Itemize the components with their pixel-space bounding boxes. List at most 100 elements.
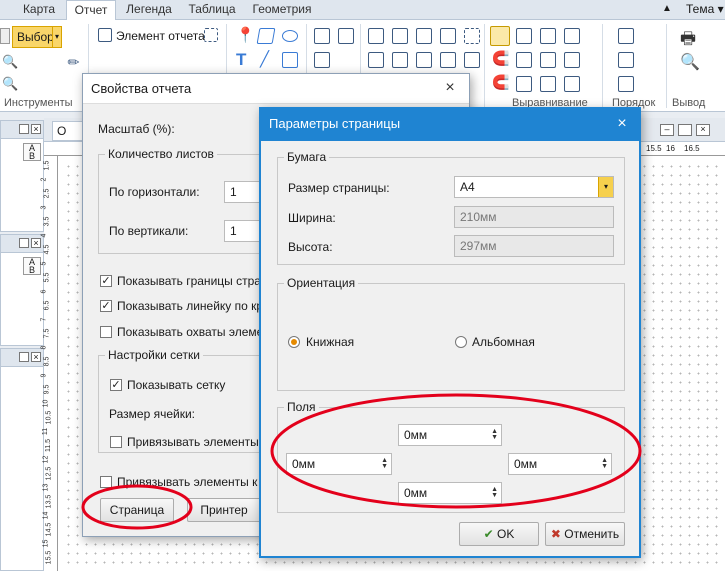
collapse-ribbon-icon[interactable]: ▲ xyxy=(662,3,672,14)
close-icon[interactable]: × xyxy=(613,116,631,134)
snap-magnet-icon[interactable]: 🧲 xyxy=(492,50,509,67)
align-middle-icon[interactable] xyxy=(540,52,556,68)
zoom-in-icon[interactable]: 🔍 xyxy=(2,54,18,70)
snap-elements-checkbox[interactable] xyxy=(100,476,112,488)
group-icon[interactable] xyxy=(368,52,384,68)
panel-restore-icon[interactable] xyxy=(19,352,29,362)
report-element-button[interactable]: Элемент отчета xyxy=(116,29,205,43)
text-tool-icon[interactable]: T xyxy=(236,50,246,70)
show-grid-checkbox[interactable]: ✓ xyxy=(110,379,122,391)
distribute-h-icon[interactable] xyxy=(516,76,532,92)
spin-arrows-icon[interactable]: ▲ ▼ xyxy=(491,428,498,441)
separator xyxy=(484,24,485,108)
ruler-tick-label: 5 xyxy=(40,261,48,266)
report-element-icon[interactable] xyxy=(98,28,112,42)
panel-close-icon[interactable]: × xyxy=(31,124,41,134)
margin-bottom-value: 0мм xyxy=(404,486,428,500)
align-right-icon[interactable] xyxy=(564,28,580,44)
dialog-title: Свойства отчета xyxy=(83,74,469,104)
tab-map[interactable]: Карта xyxy=(14,0,64,20)
panel-close-icon[interactable]: × xyxy=(31,352,41,362)
portrait-radio[interactable] xyxy=(288,336,300,348)
panel-restore-icon[interactable] xyxy=(19,124,29,134)
scale-icon[interactable] xyxy=(440,28,456,44)
ruler-icon[interactable]: ✎ xyxy=(64,52,84,72)
rotate-icon[interactable] xyxy=(416,28,432,44)
chevron-down-icon[interactable]: ▾ xyxy=(598,177,613,197)
ellipse-tool-icon[interactable] xyxy=(282,30,298,42)
panel-close-icon[interactable]: × xyxy=(31,238,41,248)
page-size-select[interactable]: A4 xyxy=(454,176,614,198)
snap-magnet-2-icon[interactable]: 🧲 xyxy=(492,74,509,91)
spin-arrows-icon[interactable]: ▲ ▼ xyxy=(491,486,498,499)
close-icon[interactable]: × xyxy=(441,80,459,98)
clip-icon[interactable] xyxy=(464,52,480,68)
ruler-tick-label: 7.5 xyxy=(43,328,51,339)
landscape-radio[interactable] xyxy=(455,336,467,348)
line-tool-icon[interactable]: ╱ xyxy=(260,50,269,68)
margin-left-stepper[interactable]: 0мм ▲ ▼ xyxy=(286,453,392,475)
align-top-icon[interactable] xyxy=(516,52,532,68)
sort-az-icon[interactable]: AB xyxy=(23,143,41,161)
align-bottom-icon[interactable] xyxy=(564,52,580,68)
legend-element-icon[interactable] xyxy=(338,28,354,44)
bring-front-icon[interactable] xyxy=(618,28,634,44)
doc-minimize-icon[interactable]: – xyxy=(660,124,674,136)
ok-button[interactable]: ✔ OK xyxy=(459,522,539,546)
tab-table[interactable]: Таблица xyxy=(182,0,242,20)
select-dropdown-icon[interactable]: ▾ xyxy=(52,26,62,48)
cancel-label: Отменить xyxy=(564,527,620,541)
frame-icon[interactable] xyxy=(204,28,218,42)
align-center-icon[interactable] xyxy=(540,28,556,44)
printer-button[interactable]: Принтер xyxy=(187,498,261,522)
tool-icon[interactable] xyxy=(0,28,10,44)
same-size-icon[interactable] xyxy=(564,76,580,92)
panel-restore-icon[interactable] xyxy=(19,238,29,248)
theme-menu[interactable]: Тема ▾ xyxy=(686,2,724,16)
table-element-icon[interactable] xyxy=(314,52,330,68)
send-backward-icon[interactable] xyxy=(618,76,634,92)
scale-label: Масштаб (%): xyxy=(98,122,175,136)
point-tool-icon[interactable]: 📍 xyxy=(236,26,255,44)
send-back-icon[interactable] xyxy=(618,52,634,68)
show-ruler-checkbox[interactable]: ✓ xyxy=(100,300,112,312)
margin-bottom-stepper[interactable]: 0мм ▲ ▼ xyxy=(398,482,502,504)
group-title: Настройки сетки xyxy=(105,348,203,362)
zoom-out-icon[interactable]: 🔍 xyxy=(2,76,18,92)
snap-to-grid-checkbox[interactable] xyxy=(110,436,122,448)
cancel-button[interactable]: ✖ Отменить xyxy=(545,522,625,546)
page-button[interactable]: Страница xyxy=(100,498,174,522)
sort-az-icon[interactable]: AB xyxy=(23,257,41,275)
crop-icon[interactable] xyxy=(464,28,480,44)
tab-geometry[interactable]: Геометрия xyxy=(246,0,318,20)
group-label-output: Вывод xyxy=(672,97,706,109)
ungroup-icon[interactable] xyxy=(392,52,408,68)
ruler-tick-label: 12 xyxy=(42,455,50,464)
spin-arrows-icon[interactable]: ▲ ▼ xyxy=(381,457,388,470)
map-element-icon[interactable] xyxy=(314,28,330,44)
reshape-icon[interactable] xyxy=(392,28,408,44)
margin-top-stepper[interactable]: 0мм ▲ ▼ xyxy=(398,424,502,446)
margin-right-stepper[interactable]: 0мм ▲ ▼ xyxy=(508,453,612,475)
show-extents-checkbox[interactable] xyxy=(100,326,112,338)
tab-legend[interactable]: Легенда xyxy=(120,0,178,20)
spin-arrows-icon[interactable]: ▲ ▼ xyxy=(601,457,608,470)
distribute-v-icon[interactable] xyxy=(540,76,556,92)
split-icon[interactable] xyxy=(440,52,456,68)
print-preview-icon[interactable]: 🔍 xyxy=(680,52,700,72)
doc-restore-icon[interactable] xyxy=(678,124,692,136)
grid-toggle-icon[interactable] xyxy=(490,26,510,46)
show-page-borders-checkbox[interactable]: ✓ xyxy=(100,275,112,287)
group-title: Количество листов xyxy=(105,147,217,161)
edit-nodes-icon[interactable] xyxy=(368,28,384,44)
rectangle-tool-icon[interactable] xyxy=(282,52,298,68)
print-icon[interactable]: 🖶 xyxy=(680,26,696,55)
ruler-tick-label: 12.5 xyxy=(45,466,53,481)
doc-close-icon[interactable]: × xyxy=(696,124,710,136)
page-size-value: A4 xyxy=(460,180,475,194)
align-left-icon[interactable] xyxy=(516,28,532,44)
tab-report[interactable]: Отчет xyxy=(66,0,116,21)
merge-icon[interactable] xyxy=(416,52,432,68)
polygon-tool-icon[interactable] xyxy=(256,28,276,44)
cell-size-label: Размер ячейки: xyxy=(109,407,195,421)
